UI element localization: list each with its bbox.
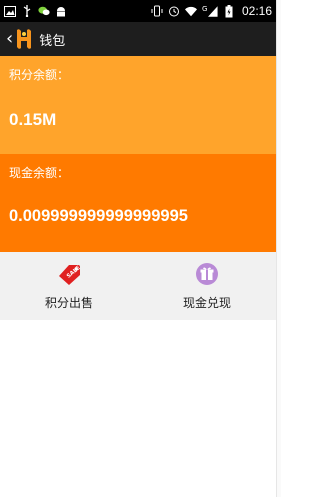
points-balance-label: 积分余额： bbox=[9, 68, 70, 82]
signal-icon: G bbox=[202, 5, 218, 17]
points-balance-value: 0.15M bbox=[9, 110, 57, 129]
cash-out-label: 现金兑现 bbox=[182, 295, 231, 310]
status-time: 02:16 bbox=[241, 4, 272, 18]
gift-icon bbox=[195, 262, 219, 286]
page-title: 钱包 bbox=[39, 33, 66, 49]
vibrate-icon bbox=[151, 5, 163, 17]
android-icon bbox=[55, 5, 67, 17]
battery-icon bbox=[223, 4, 235, 17]
wechat-icon bbox=[38, 5, 50, 17]
app-logo-icon bbox=[15, 28, 33, 50]
cash-balance-value: 0.009999999999999995 bbox=[9, 207, 188, 225]
points-balance-card: 积分余额： 0.15M bbox=[0, 56, 276, 154]
wallet-actions: SALE 积分出售 现金兑现 bbox=[0, 252, 276, 320]
back-button[interactable]: ‹ bbox=[6, 22, 39, 56]
app-bar: ‹ 钱包 bbox=[0, 22, 276, 56]
screen-edge bbox=[276, 0, 281, 497]
status-bar-right: G 02:16 bbox=[151, 4, 272, 18]
cash-out-button[interactable]: 现金兑现 bbox=[138, 252, 276, 320]
cash-balance-label: 现金余额： bbox=[9, 166, 70, 180]
sell-points-label: 积分出售 bbox=[44, 295, 93, 310]
status-bar: G 02:16 bbox=[0, 0, 276, 22]
sale-tag-icon: SALE bbox=[57, 262, 82, 286]
alarm-icon bbox=[168, 5, 180, 17]
chevron-left-icon: ‹ bbox=[6, 28, 14, 49]
cash-balance-card: 现金余额： 0.009999999999999995 bbox=[0, 154, 276, 252]
image-icon bbox=[4, 5, 16, 17]
sell-points-button[interactable]: SALE 积分出售 bbox=[0, 252, 138, 320]
wallet-screen: G 02:16 ‹ 钱包 积分余额： 0.15M 现金余额： 0.0099999… bbox=[0, 0, 276, 497]
usb-icon bbox=[21, 5, 33, 17]
wifi-icon bbox=[184, 5, 197, 17]
status-bar-left bbox=[4, 5, 67, 17]
